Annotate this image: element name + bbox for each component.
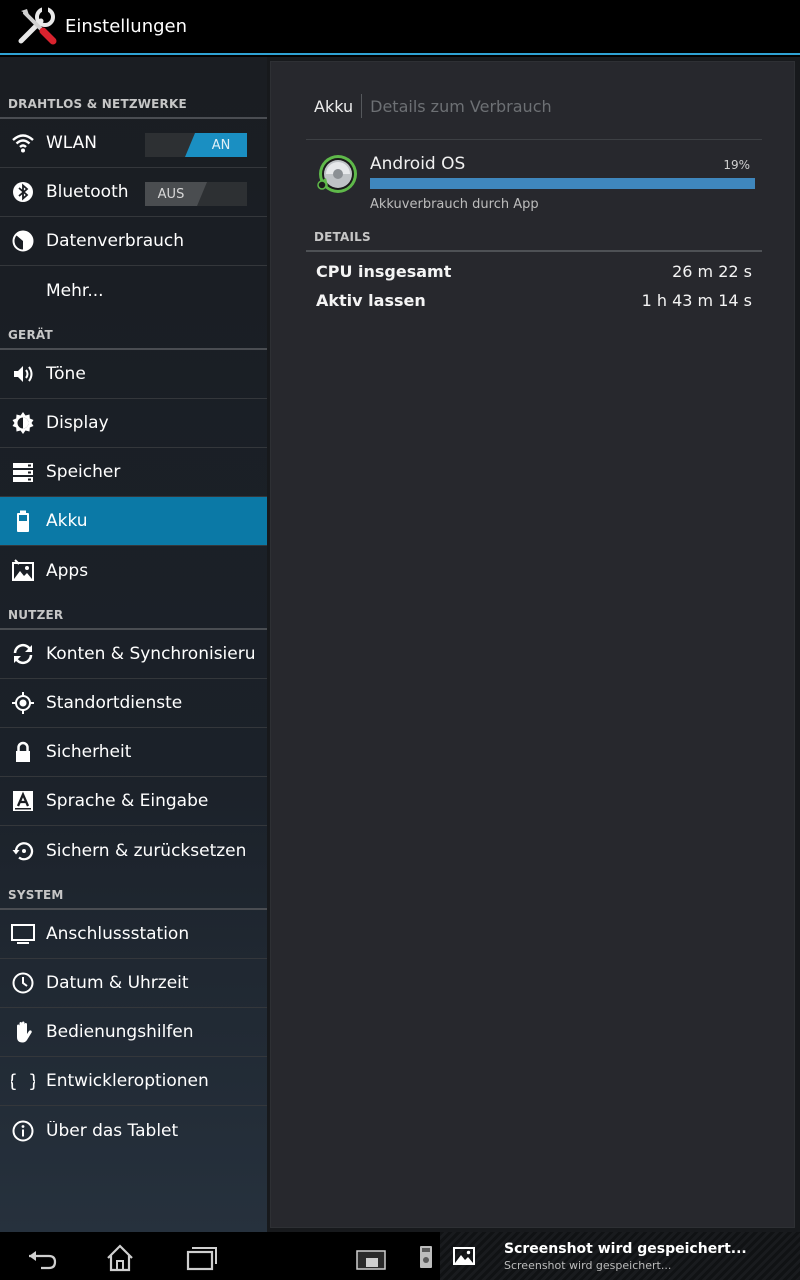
details-section-header: DETAILS [306, 230, 762, 252]
sidebar-item-location[interactable]: Standortdienste [0, 679, 267, 728]
recent-apps-icon[interactable] [181, 1242, 221, 1272]
sidebar-item-label: Anschlussstation [46, 924, 190, 944]
breadcrumb-divider [306, 139, 762, 140]
sidebar-item-display[interactable]: Display [0, 399, 267, 448]
app-name: Android OS [370, 154, 466, 174]
detail-row-wakelock: Aktiv lassen 1 h 43 m 14 s [316, 291, 752, 310]
bluetooth-toggle[interactable]: AUS [145, 182, 247, 206]
home-icon[interactable] [100, 1242, 140, 1272]
system-bar: Screenshot wird gespeichert... Screensho… [0, 1232, 800, 1280]
hand-icon [0, 1020, 46, 1044]
apps-icon [0, 558, 46, 583]
sidebar-item-label: Sicherheit [46, 742, 132, 762]
sidebar-item-label: Über das Tablet [46, 1120, 179, 1141]
monitor-icon [0, 922, 46, 946]
android-os-icon [317, 155, 357, 193]
sidebar-item-datetime[interactable]: Datum & Uhrzeit [0, 959, 267, 1008]
brightness-icon [0, 411, 46, 435]
sidebar-item-sound[interactable]: Töne [0, 350, 267, 399]
sidebar-item-label: Standortdienste [46, 693, 183, 713]
screen-icon[interactable] [352, 1242, 392, 1272]
sidebar-item-backup[interactable]: Sichern & zurücksetzen [0, 826, 267, 875]
sidebar-item-bluetooth[interactable]: Bluetooth AUS [0, 168, 267, 217]
sidebar-item-accessibility[interactable]: Bedienungshilfen [0, 1008, 267, 1057]
info-icon [0, 1119, 46, 1143]
sidebar-item-label: Akku [46, 511, 88, 531]
detail-label: CPU insgesamt [316, 262, 452, 281]
backup-icon [0, 839, 46, 863]
tools-icon[interactable] [15, 5, 59, 49]
sidebar-item-label: Bedienungshilfen [46, 1022, 194, 1042]
notification-text: Screenshot wird gespeichert... [504, 1259, 672, 1272]
location-icon [0, 691, 46, 715]
screenshot-notification[interactable]: Screenshot wird gespeichert... Screensho… [440, 1232, 800, 1280]
settings-sidebar: DRAHTLOS & NETZWERKE WLAN AN Bluetooth A… [0, 57, 267, 1232]
svg-text:{ }: { } [11, 1071, 35, 1092]
picture-icon [453, 1247, 475, 1265]
sidebar-item-storage[interactable]: Speicher [0, 448, 267, 497]
braces-icon: { } [0, 1069, 46, 1093]
sidebar-item-wlan[interactable]: WLAN AN [0, 119, 267, 168]
sidebar-item-battery[interactable]: Akku [0, 497, 267, 546]
detail-pane: Akku Details zum Verbrauch Android OS 19… [270, 61, 795, 1228]
lock-icon [0, 740, 46, 764]
speaker-icon [0, 362, 46, 386]
detail-pane-wrapper: Akku Details zum Verbrauch Android OS 19… [267, 57, 800, 1232]
breadcrumb-current: Details zum Verbrauch [370, 96, 552, 116]
sidebar-item-label: Display [46, 413, 109, 433]
wifi-icon [0, 131, 46, 155]
usage-bar-fill [370, 178, 755, 189]
sync-icon [0, 642, 46, 666]
device-status-icon[interactable] [410, 1242, 440, 1272]
notification-title: Screenshot wird gespeichert... [504, 1241, 747, 1257]
action-bar: Einstellungen [0, 0, 800, 55]
section-header-user: NUTZER [0, 595, 267, 630]
breadcrumb: Akku Details zum Verbrauch [314, 94, 552, 118]
sidebar-item-label: Konten & Synchronisierung [46, 644, 254, 664]
sidebar-item-apps[interactable]: Apps [0, 546, 267, 595]
sidebar-item-label: Speicher [46, 462, 121, 482]
app-usage-subtitle: Akkuverbrauch durch App [370, 197, 539, 212]
detail-value: 1 h 43 m 14 s [641, 291, 752, 310]
usage-bar [370, 178, 755, 189]
sidebar-item-language[interactable]: Sprache & Eingabe [0, 777, 267, 826]
sidebar-item-more[interactable]: Mehr... [0, 266, 267, 315]
data-usage-icon [0, 229, 46, 253]
sidebar-item-label: Sprache & Eingabe [46, 791, 209, 811]
storage-icon [0, 460, 46, 484]
sidebar-item-developer[interactable]: { } Entwickleroptionen [0, 1057, 267, 1106]
sidebar-item-data-usage[interactable]: Datenverbrauch [0, 217, 267, 266]
sidebar-item-label: Apps [46, 560, 89, 581]
bluetooth-icon [0, 180, 46, 204]
sidebar-item-about[interactable]: Über das Tablet [0, 1106, 267, 1155]
sidebar-item-label: Töne [46, 364, 86, 384]
app-usage-row: Android OS 19% Akkuverbrauch durch App [316, 152, 756, 214]
wlan-toggle[interactable]: AN [145, 133, 247, 157]
usage-percent: 19% [723, 158, 750, 172]
section-header-system: SYSTEM [0, 875, 267, 910]
detail-row-cpu: CPU insgesamt 26 m 22 s [316, 262, 752, 281]
breadcrumb-parent[interactable]: Akku [314, 97, 353, 116]
toggle-on-state: AN [185, 133, 247, 157]
sidebar-item-label: Datum & Uhrzeit [46, 973, 189, 993]
language-icon [0, 789, 46, 813]
sidebar-item-security[interactable]: Sicherheit [0, 728, 267, 777]
section-header-wireless: DRAHTLOS & NETZWERKE [0, 57, 267, 119]
sidebar-item-accounts[interactable]: Konten & Synchronisierung [0, 630, 267, 679]
detail-value: 26 m 22 s [672, 262, 752, 281]
clock-icon [0, 971, 46, 995]
detail-label: Aktiv lassen [316, 291, 426, 310]
battery-icon [0, 509, 46, 533]
sidebar-item-label: Sichern & zurücksetzen [46, 840, 247, 861]
sidebar-item-label: Mehr... [46, 280, 104, 301]
back-icon[interactable] [21, 1242, 61, 1272]
app-title: Einstellungen [65, 16, 188, 37]
sidebar-item-label: Entwickleroptionen [46, 1071, 209, 1091]
breadcrumb-separator [361, 94, 363, 118]
sidebar-item-dock[interactable]: Anschlussstation [0, 910, 267, 959]
toggle-off-state: AUS [145, 182, 207, 206]
section-header-device: GERÄT [0, 315, 267, 350]
sidebar-item-label: Datenverbrauch [46, 231, 185, 251]
